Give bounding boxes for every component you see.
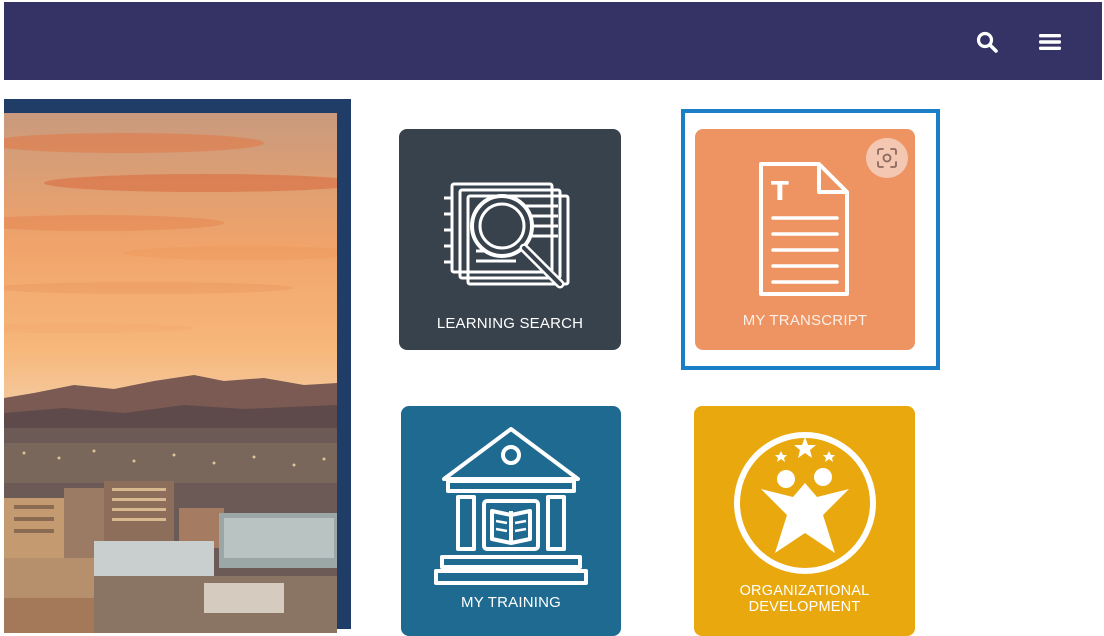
tile-my-training-label: MY TRAINING	[461, 594, 561, 611]
tile-organizational-development-label: ORGANIZATIONAL DEVELOPMENT	[694, 583, 915, 615]
document-text-icon: T	[759, 162, 849, 296]
tile-org-label-line1: ORGANIZATIONAL	[739, 583, 870, 599]
tile-org-label-line2: DEVELOPMENT	[748, 599, 861, 615]
tile-organizational-development[interactable]: ORGANIZATIONAL DEVELOPMENT	[694, 406, 915, 636]
tile-my-transcript-label: MY TRANSCRIPT	[742, 312, 868, 329]
svg-text:T: T	[771, 177, 789, 207]
city-skyline-image	[4, 113, 337, 633]
hamburger-menu-icon[interactable]	[1036, 28, 1064, 56]
tile-learning-search-label: LEARNING SEARCH	[436, 315, 584, 332]
screenshot-capture-icon[interactable]	[866, 138, 908, 178]
tile-learning-search[interactable]: LEARNING SEARCH	[399, 129, 621, 350]
magnifier-over-document-icon	[444, 182, 570, 289]
star-people-circle-icon	[734, 432, 876, 574]
tile-my-training[interactable]: MY TRAINING	[401, 406, 621, 636]
top-nav-bar	[4, 2, 1102, 80]
search-icon[interactable]	[973, 28, 1001, 56]
institution-building-book-icon	[434, 427, 588, 585]
